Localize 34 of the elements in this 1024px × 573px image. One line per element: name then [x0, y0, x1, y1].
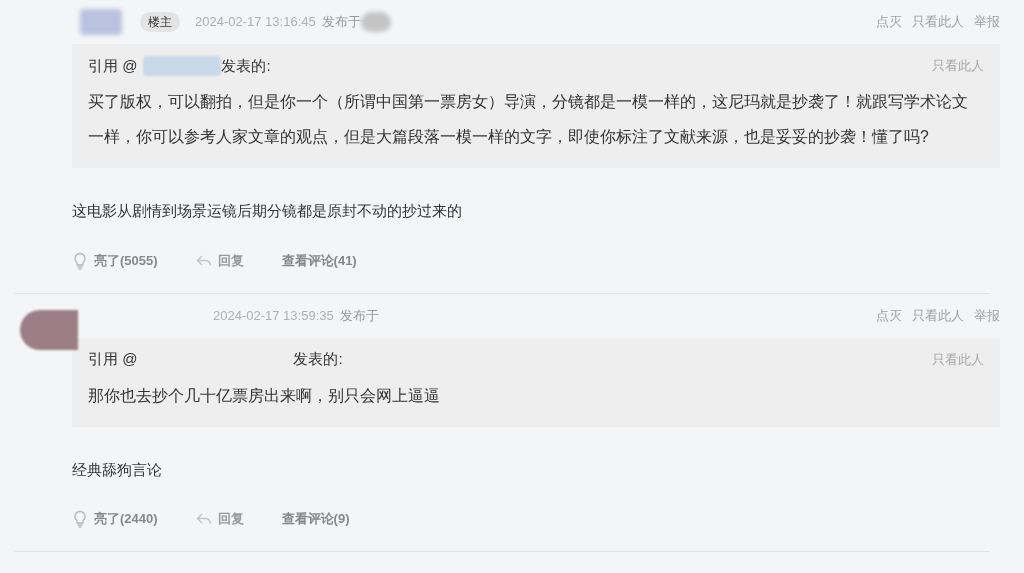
- post-action-link[interactable]: 只看此人: [912, 12, 964, 32]
- like-button[interactable]: 亮了(5055): [72, 250, 158, 271]
- post-action-link[interactable]: 点灭: [876, 305, 902, 326]
- reply-button[interactable]: 回复: [195, 250, 244, 271]
- view-comments-button[interactable]: 查看评论(9): [281, 509, 350, 529]
- blurred-avatar: [20, 309, 78, 350]
- reply-icon: [195, 512, 212, 526]
- lightbulb-icon: [72, 251, 88, 270]
- quote-text: 买了版权，可以翻拍，但是你一个（所谓中国第一票房女）导演，分镜都是一模一样的，这尼玛就是抄袭了！就跟写学术论文一样，你可以参考人家文章的观点，但是大篇段落一模一样的文字，即使你标注了文献来源，也是妥妥的抄袭！懂了吗?: [88, 92, 969, 147]
- blurred-avatar: [80, 9, 122, 35]
- view-comments-button[interactable]: 查看评论(41): [281, 250, 357, 271]
- posted-from-label: 发布于: [339, 306, 379, 325]
- quote-prefix: 引用 @: [88, 349, 138, 370]
- post-timestamp: 2024-02-17 13:59:35: [213, 306, 334, 325]
- quote-suffix: 发表的:: [221, 55, 271, 76]
- post-action-link[interactable]: 举报: [974, 305, 1000, 326]
- quote-prefix: 引用 @: [88, 55, 138, 76]
- only-this-user-link[interactable]: 只看此人: [932, 349, 984, 370]
- post-action-link[interactable]: 举报: [974, 12, 1000, 32]
- only-this-user-link[interactable]: 只看此人: [932, 56, 984, 76]
- reply-button[interactable]: 回复: [195, 509, 244, 529]
- like-button[interactable]: 亮了(2440): [72, 509, 158, 529]
- author-badge: 楼主: [140, 12, 180, 32]
- posted-from-label: 发布于: [321, 13, 361, 32]
- post-action-link[interactable]: 点灭: [876, 12, 902, 32]
- blurred-location: [360, 12, 391, 32]
- reply-icon: [195, 253, 212, 268]
- quote-suffix: 发表的:: [293, 349, 343, 370]
- quote-text: 那你也去抄个几十亿票房出来啊，别只会网上逼逼: [88, 385, 441, 406]
- post-body: 经典舔狗言论: [72, 459, 163, 480]
- post-timestamp: 2024-02-17 13:16:45: [195, 13, 316, 32]
- lightbulb-icon: [72, 510, 88, 528]
- post-body: 这电影从剧情到场景运镜后期分镜都是原封不动的抄过来的: [72, 201, 463, 221]
- post-action-link[interactable]: 只看此人: [912, 305, 964, 326]
